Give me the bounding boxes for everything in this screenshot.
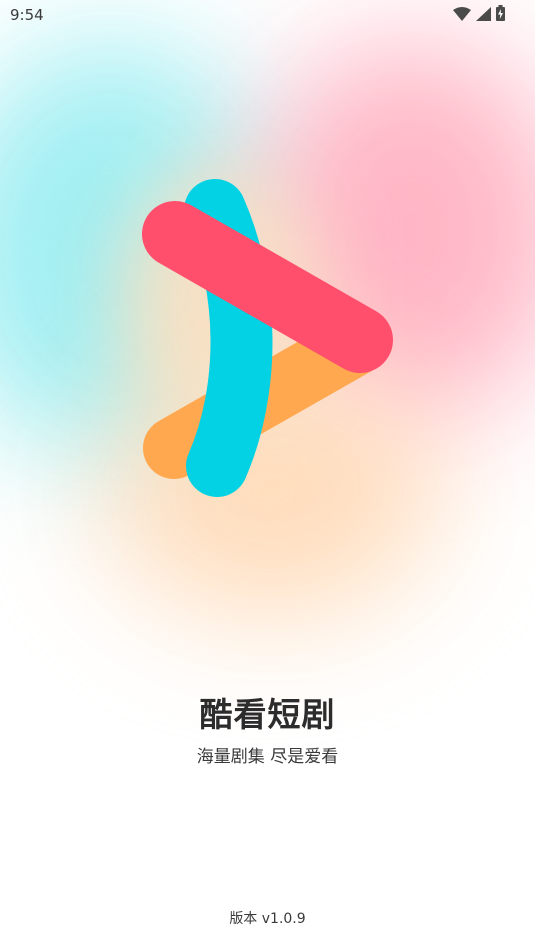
logo-pink-stroke	[142, 201, 393, 373]
status-icons	[453, 5, 505, 25]
app-name-title: 酷看短剧	[199, 695, 336, 734]
battery-charging-icon	[496, 5, 505, 25]
status-time: 9:54	[10, 6, 44, 24]
app-logo	[142, 179, 393, 497]
version-label: 版本 v1.0.9	[229, 911, 306, 927]
status-bar: 9:54	[0, 0, 535, 30]
cellular-signal-icon	[476, 6, 491, 25]
wifi-icon	[453, 6, 471, 25]
app-slogan: 海量剧集 尽是爱看	[196, 747, 339, 767]
